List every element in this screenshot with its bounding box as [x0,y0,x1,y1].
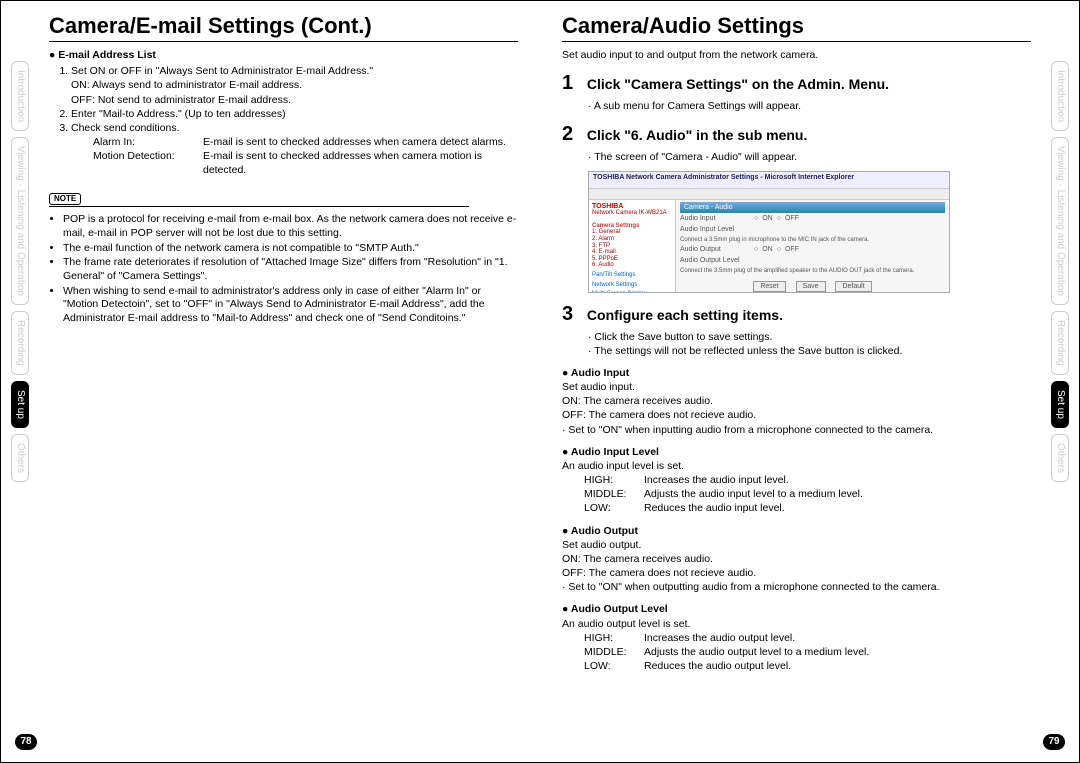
email-step-3: Check send conditions. Alarm In:E-mail i… [71,121,518,178]
note-label: NOTE [49,192,469,208]
ss-default-button[interactable]: Default [835,281,871,292]
ss-main: Camera - Audio Audio Input○ON○OFF Audio … [676,200,949,293]
ss-save-button[interactable]: Save [796,281,826,292]
intro-text: Set audio input to and output from the n… [562,48,1031,62]
tab-introduction-r[interactable]: Introduction [1051,61,1069,131]
page-left: Introduction Viewing · Listening and Ope… [1,1,540,762]
note-list: POP is a protocol for receiving e-mail f… [63,213,518,325]
email-list-header: E-mail Address List [49,48,518,62]
content-right: Set audio input to and output from the n… [562,48,1031,673]
note-1: POP is a protocol for receiving e-mail f… [63,213,518,240]
step-3: 3 Configure each setting items. [562,301,1031,328]
manual-spread: Introduction Viewing · Listening and Ope… [1,1,1079,762]
email-step-2: Enter "Mail-to Address." (Up to ten addr… [71,107,518,121]
note-3: The frame rate deteriorates if resolutio… [63,256,518,283]
ss-sidebar: TOSHIBA Network Camera IK-WB21A Camera S… [589,200,676,293]
tab-setup-r[interactable]: Set up [1051,381,1069,428]
content-left: E-mail Address List Set ON or OFF in "Al… [49,48,518,325]
page-number-left: 78 [15,734,37,750]
page-right: Introduction Viewing · Listening and Ope… [540,1,1079,762]
side-tabs-right: Introduction Viewing · Listening and Ope… [1051,61,1069,482]
tab-viewing[interactable]: Viewing · Listening and Operation [11,137,29,305]
tab-introduction[interactable]: Introduction [11,61,29,131]
note-4: When wishing to send e-mail to administr… [63,285,518,326]
tab-others-r[interactable]: Others [1051,434,1069,482]
page-title-left: Camera/E-mail Settings (Cont.) [49,13,518,42]
embedded-screenshot: TOSHIBA Network Camera Administrator Set… [588,171,950,293]
email-step-1: Set ON or OFF in "Always Sent to Adminis… [71,64,518,107]
side-tabs-left: Introduction Viewing · Listening and Ope… [11,61,29,482]
audio-input-level: Audio Input Level An audio input level i… [562,445,1031,516]
step-1: 1 Click "Camera Settings" on the Admin. … [562,70,1031,97]
audio-output-level: Audio Output Level An audio output level… [562,602,1031,673]
note-2: The e-mail function of the network camer… [63,242,518,256]
step-2: 2 Click "6. Audio" in the sub menu. [562,121,1031,148]
tab-recording-r[interactable]: Recording [1051,311,1069,375]
email-steps: Set ON or OFF in "Always Sent to Adminis… [49,64,518,177]
page-title-right: Camera/Audio Settings [562,13,1031,42]
tab-viewing-r[interactable]: Viewing · Listening and Operation [1051,137,1069,305]
tab-others[interactable]: Others [11,434,29,482]
tab-setup[interactable]: Set up [11,381,29,428]
page-number-right: 79 [1043,734,1065,750]
audio-input: Audio Input Set audio input. ON: The cam… [562,366,1031,437]
tab-recording[interactable]: Recording [11,311,29,375]
ss-reset-button[interactable]: Reset [753,281,785,292]
audio-output: Audio Output Set audio output. ON: The c… [562,524,1031,595]
